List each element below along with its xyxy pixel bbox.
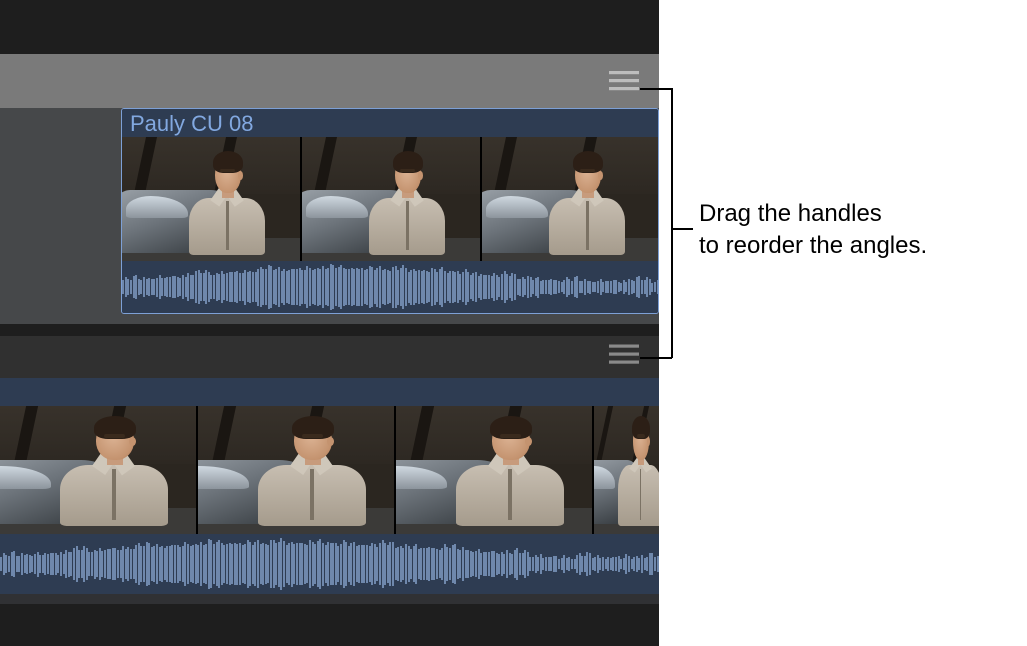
callout-line: to reorder the angles.	[699, 232, 927, 259]
thumbnail	[594, 406, 659, 534]
reorder-icon	[609, 343, 639, 367]
clip[interactable]	[0, 378, 659, 594]
angle-row	[0, 378, 659, 604]
angle-row: Pauly CU 08	[0, 108, 659, 324]
row-gap	[0, 324, 659, 336]
thumbnail	[482, 137, 659, 263]
callout-label: Drag the handles to reorder the angles.	[699, 198, 1009, 262]
filmstrip	[122, 137, 658, 263]
row-gap	[0, 604, 659, 646]
clip-title: Pauly CU 08	[122, 109, 658, 137]
angle-editor-pane: Pauly CU 08	[0, 0, 659, 646]
filmstrip	[0, 406, 659, 534]
thumbnail	[198, 406, 394, 534]
callout-leader	[671, 228, 693, 230]
reorder-handle[interactable]	[609, 343, 639, 372]
angle-header	[0, 336, 659, 378]
audio-waveform	[122, 261, 658, 313]
thumbnail	[396, 406, 592, 534]
callout-leader	[671, 88, 673, 358]
audio-waveform	[0, 534, 659, 594]
callout-leader	[640, 88, 672, 90]
thumbnail	[0, 406, 196, 534]
reorder-icon	[609, 69, 639, 93]
clip[interactable]: Pauly CU 08	[121, 108, 659, 314]
angle-header	[0, 54, 659, 108]
callout-line: Drag the handles	[699, 200, 882, 227]
thumbnail	[302, 137, 480, 263]
thumbnail	[122, 137, 300, 263]
callout-leader	[640, 357, 672, 359]
reorder-handle[interactable]	[609, 69, 639, 93]
clip-title	[0, 378, 659, 406]
